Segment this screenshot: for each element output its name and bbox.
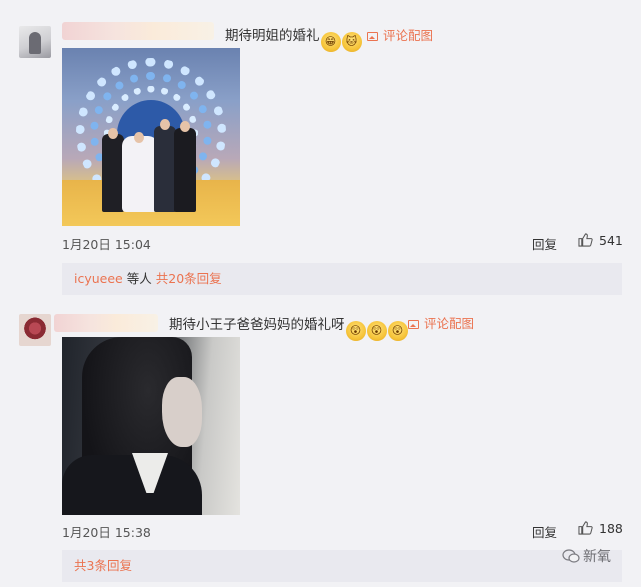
photo-head: [180, 121, 190, 132]
thumbs-up-icon: [578, 521, 593, 535]
photo-face: [162, 377, 202, 447]
cat-emoji-icon: 🐱: [341, 32, 362, 52]
sub-reply-user-link[interactable]: icyueee: [74, 271, 123, 286]
sub-replies: icyueee 等人 共20条回复: [62, 263, 622, 295]
reply-button[interactable]: 回复: [532, 234, 557, 253]
photo-head: [160, 119, 170, 130]
view-all-replies-link[interactable]: 共3条回复: [74, 558, 132, 573]
shocked-emoji-icon: 😲: [345, 321, 366, 341]
like-count: 188: [599, 521, 623, 536]
photo-jacket: [62, 455, 202, 515]
comment-photo[interactable]: [62, 48, 240, 226]
username-blurred[interactable]: [54, 314, 158, 332]
like-button[interactable]: 188: [578, 521, 623, 536]
reply-button[interactable]: 回复: [532, 522, 557, 541]
comment-text-body: 期待小王子爸爸妈妈的婚礼呀: [169, 317, 345, 333]
image-icon: [408, 320, 419, 329]
comment-picture-link[interactable]: 评论配图: [367, 25, 433, 44]
comment-time: 1月20日 15:04: [62, 237, 151, 252]
avatar[interactable]: [19, 26, 51, 58]
shocked-emoji-icon: 😲: [387, 321, 408, 341]
comment-item: 期待小王子爸爸妈妈的婚礼呀 😲 😲 😲 评论配图 1月20日 15:38 回复 188…: [0, 300, 641, 587]
comment-photo[interactable]: [62, 337, 240, 515]
avatar[interactable]: [19, 314, 51, 346]
watermark: 新氧: [562, 546, 611, 566]
photo-person: [102, 134, 124, 212]
thumbs-up-icon: [578, 233, 593, 247]
comment-picture-link[interactable]: 评论配图: [408, 313, 474, 332]
comment-text-body: 期待明姐的婚礼: [225, 28, 320, 44]
comment-text: 期待明姐的婚礼 😁 🐱: [225, 24, 362, 52]
photo-head: [108, 128, 118, 139]
like-button[interactable]: 541: [578, 233, 623, 248]
shocked-emoji-icon: 😲: [366, 321, 387, 341]
comment-time: 1月20日 15:38: [62, 525, 151, 540]
photo-person: [174, 128, 196, 212]
sub-reply-text: 等人: [126, 271, 152, 286]
wechat-icon: [562, 549, 580, 563]
grin-emoji-icon: 😁: [320, 32, 341, 52]
comment-item: 期待明姐的婚礼 😁 🐱 评论配图 1月20日 15:04 回复 541 icyuee…: [0, 0, 641, 300]
photo-person: [154, 126, 176, 212]
view-all-replies-link[interactable]: 共20条回复: [156, 271, 222, 286]
watermark-text: 新氧: [583, 549, 611, 565]
comment-picture-label: 评论配图: [424, 316, 475, 331]
like-count: 541: [599, 233, 623, 248]
photo-head: [134, 132, 144, 143]
sub-replies: 共3条回复: [62, 550, 622, 582]
image-icon: [367, 32, 378, 41]
username-blurred[interactable]: [62, 22, 214, 40]
comment-picture-label: 评论配图: [383, 28, 434, 43]
photo-person: [122, 136, 158, 212]
